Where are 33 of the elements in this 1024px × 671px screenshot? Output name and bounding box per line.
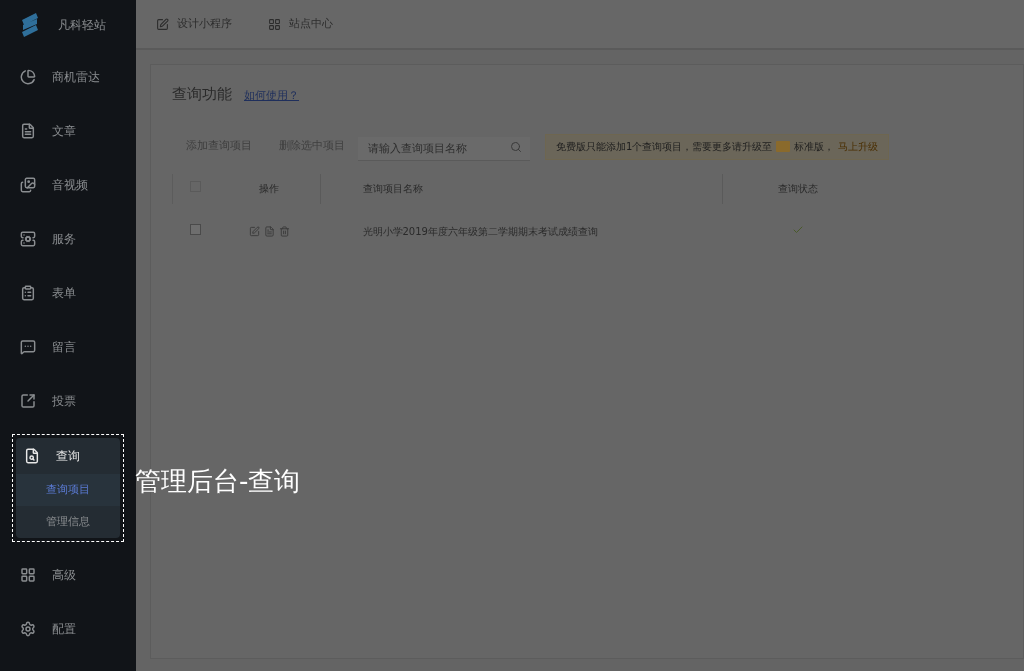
sidebar-item[interactable]: 投票 bbox=[12, 383, 84, 419]
media-icon bbox=[20, 177, 36, 193]
document-icon[interactable] bbox=[264, 226, 275, 237]
sidebar-item[interactable]: 查询 bbox=[16, 438, 120, 474]
sidebar-item[interactable]: 音视频 bbox=[12, 167, 96, 203]
annotation-text: 管理后台-查询 bbox=[135, 465, 301, 498]
sidebar-item[interactable]: 留言 bbox=[12, 329, 84, 365]
edit-icon bbox=[156, 17, 169, 31]
sidebar-item[interactable]: 商机雷达 bbox=[12, 59, 108, 95]
sidebar-subitem[interactable]: 查询项目 bbox=[16, 474, 120, 506]
trash-icon[interactable] bbox=[279, 226, 290, 237]
search-document-icon bbox=[24, 448, 40, 464]
document-icon bbox=[20, 123, 36, 139]
sidebar-item[interactable]: 表单 bbox=[12, 275, 84, 311]
page-title: 查询功能 bbox=[172, 84, 232, 105]
sidebar-item[interactable]: 高级 bbox=[12, 557, 84, 593]
sidebar-item[interactable]: 服务 bbox=[12, 221, 84, 257]
edition-text: 标准版， bbox=[794, 140, 835, 154]
grid-icon bbox=[268, 17, 281, 31]
radar-chart-icon bbox=[20, 69, 36, 85]
clipboard-icon bbox=[20, 285, 36, 301]
logo-text: 凡科轻站 bbox=[58, 17, 106, 34]
row-checkbox[interactable] bbox=[190, 224, 201, 235]
chat-bubble-icon bbox=[20, 339, 36, 355]
edit-icon[interactable] bbox=[249, 226, 260, 237]
grid-icon bbox=[20, 567, 36, 583]
sidebar-item[interactable]: 文章 bbox=[12, 113, 84, 149]
sidebar-subitem[interactable]: 管理信息 bbox=[16, 506, 120, 538]
settings-icon bbox=[20, 621, 36, 637]
notice-text: 免费版只能添加1个查询项目，需要更多请升级至 bbox=[556, 140, 773, 154]
sidebar-item[interactable]: 配置 bbox=[12, 611, 84, 647]
search-icon bbox=[510, 140, 522, 153]
service-icon bbox=[20, 231, 36, 247]
